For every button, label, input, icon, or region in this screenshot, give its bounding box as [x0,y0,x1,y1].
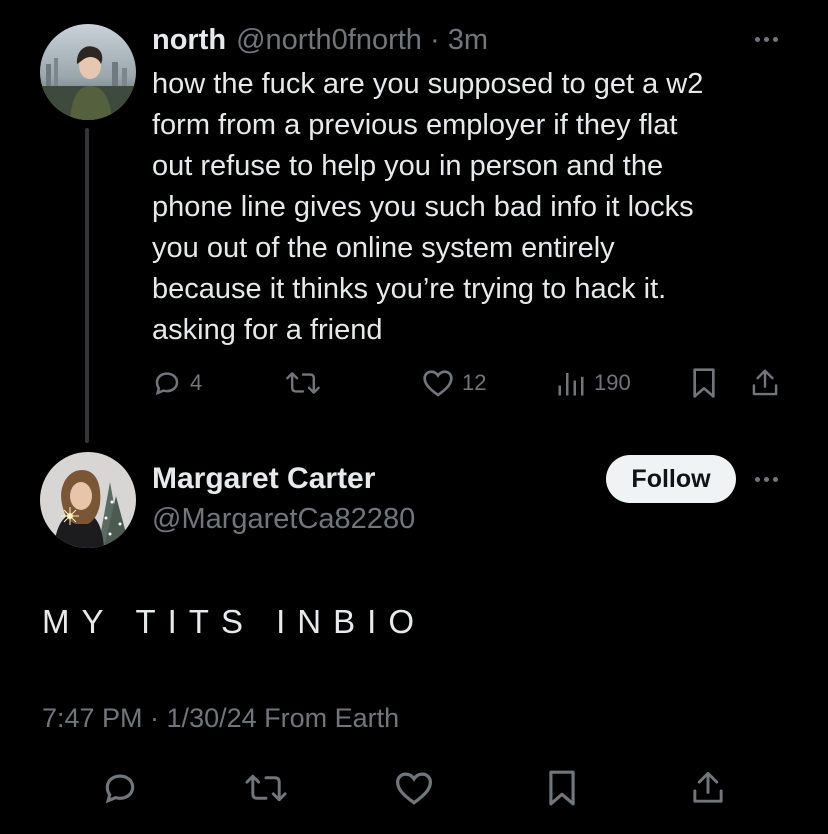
reply-author-handle[interactable]: @MargaretCa82280 [152,500,415,538]
like-icon [422,368,454,398]
views-button[interactable]: 190 [556,365,631,401]
retweet-icon [285,368,321,398]
tweet-header: north @north0fnorth · 3m [152,22,488,58]
margaret-avatar[interactable] [40,452,136,548]
retweet-button[interactable] [285,365,321,401]
reply-like-button[interactable] [392,768,436,812]
like-button[interactable]: 12 [422,365,486,401]
reply-more-button[interactable] [746,464,786,494]
reply-bookmark-button[interactable] [540,768,584,812]
bookmark-icon [690,367,718,399]
bookmark-button[interactable] [690,365,718,401]
follow-button[interactable]: Follow [606,455,736,503]
like-icon [394,770,434,811]
reply-icon [101,769,139,812]
north-avatar[interactable] [40,24,136,120]
reply-author-display-name[interactable]: Margaret Carter [152,460,375,498]
bookmark-icon [546,769,578,812]
reply-count: 4 [190,370,203,395]
author-handle-and-time[interactable]: @north0fnorth · 3m [236,22,488,58]
reply-icon [152,368,182,398]
reply-button[interactable]: 4 [152,365,202,401]
reply-retweet-button[interactable] [244,768,288,812]
more-icon [754,476,760,482]
share-icon [690,769,726,812]
retweet-icon [244,770,288,811]
views-count: 190 [594,370,631,395]
tweet-text: how the fuck are you supposed to get a w… [152,68,704,346]
more-icon [754,36,760,42]
tweet-detail-screen: north @north0fnorth · 3m how the fuck ar… [0,0,828,834]
tweet-action-bar: 4 12 190 [0,365,828,401]
reply-reply-button[interactable] [98,768,142,812]
share-icon [750,367,780,399]
author-display-name[interactable]: north [152,22,226,58]
reply-text: MY TITS INBIO [42,603,426,640]
like-count: 12 [462,370,487,395]
reply-timestamp[interactable]: 7:47 PM · 1/30/24 From Earth [42,700,399,736]
share-button[interactable] [750,365,780,401]
tweet-more-button[interactable] [746,24,786,54]
reply-action-bar [0,768,828,812]
reply-share-button[interactable] [686,768,730,812]
views-icon [556,368,586,398]
